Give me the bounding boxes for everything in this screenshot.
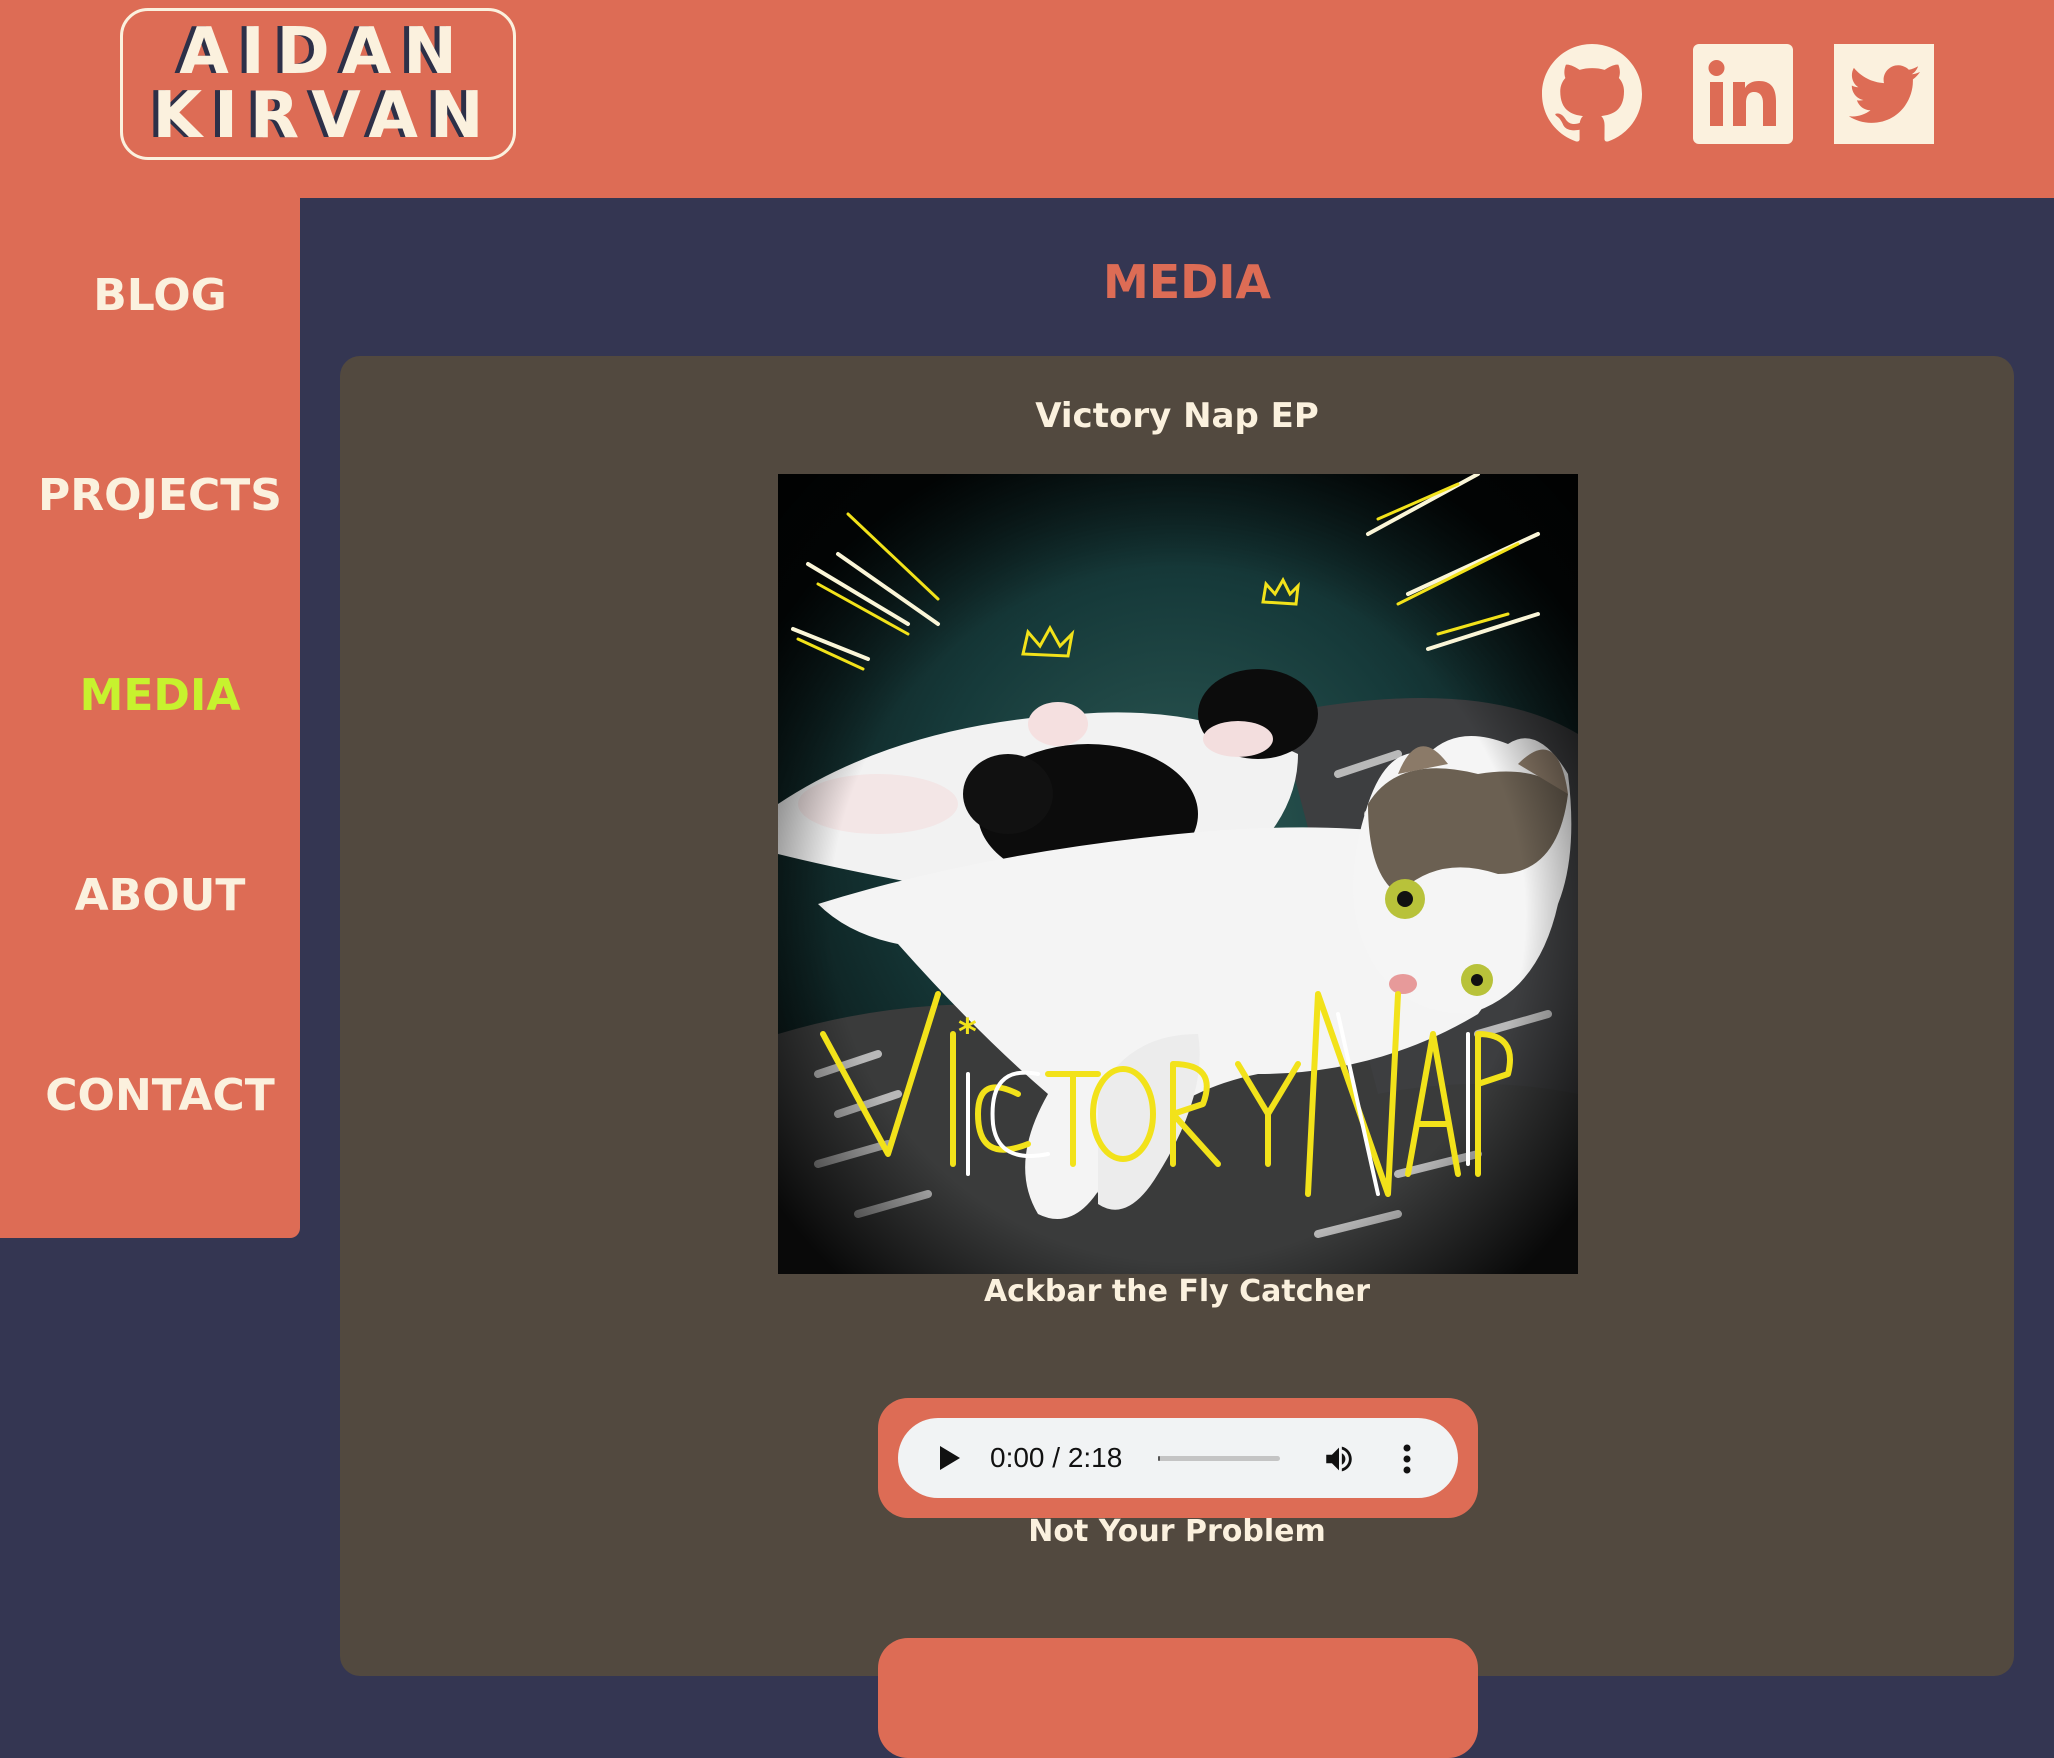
- seek-bar[interactable]: [1158, 1456, 1280, 1461]
- nav-item-about[interactable]: ABOUT: [0, 870, 320, 921]
- play-button[interactable]: [940, 1446, 960, 1470]
- nav-item-media[interactable]: MEDIA: [0, 670, 320, 721]
- logo-line-second: KIRVAN: [152, 79, 496, 153]
- album-cover-art: *: [778, 474, 1578, 1274]
- audio-player-frame: 0:00 / 2:18: [878, 1398, 1478, 1518]
- album-title: Victory Nap EP: [1035, 396, 1319, 436]
- media-panel: Victory Nap EP * Ackbar the Fly Catcher …: [340, 356, 2014, 1758]
- linkedin-icon: [1693, 44, 1793, 144]
- album-cover-image: *: [778, 474, 1578, 1274]
- nav-item-contact[interactable]: CONTACT: [0, 1070, 320, 1121]
- linkedin-link[interactable]: [1693, 44, 1793, 144]
- twitter-icon: [1834, 44, 1934, 144]
- site-header: AIDAN KIRVAN: [0, 0, 2054, 198]
- svg-text:*: *: [958, 1012, 977, 1053]
- playback-time: 0:00 / 2:18: [990, 1442, 1123, 1473]
- github-link[interactable]: [1542, 44, 1642, 144]
- site-logo[interactable]: AIDAN KIRVAN: [120, 8, 516, 160]
- more-options-icon[interactable]: [1402, 1442, 1412, 1476]
- sidebar-nav: BLOG PROJECTS MEDIA ABOUT CONTACT: [0, 198, 300, 1238]
- nav-item-projects[interactable]: PROJECTS: [0, 470, 320, 521]
- seek-bar-fill: [1158, 1456, 1160, 1461]
- track-title: Ackbar the Fly Catcher: [983, 1274, 1371, 1309]
- nav-item-blog[interactable]: BLOG: [0, 270, 320, 321]
- twitter-link[interactable]: [1834, 44, 1934, 144]
- track-title: Not Your Problem: [1028, 1514, 1326, 1549]
- github-icon: [1542, 44, 1642, 142]
- audio-player: 0:00 / 2:18: [898, 1418, 1458, 1498]
- page-title: MEDIA: [1102, 255, 1272, 309]
- audio-player-frame: [878, 1638, 1478, 1758]
- volume-icon[interactable]: [1322, 1442, 1356, 1476]
- logo-line-first: AIDAN: [179, 15, 469, 89]
